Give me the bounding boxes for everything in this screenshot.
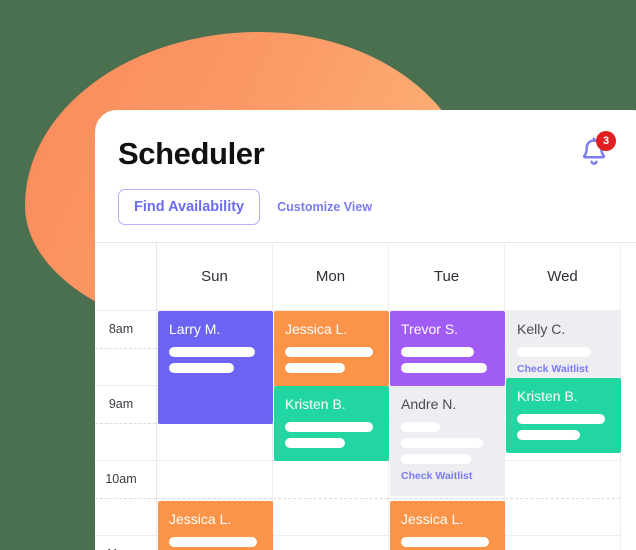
event-detail-placeholder-bar <box>401 438 483 449</box>
event-attendee-name: Kristen B. <box>285 396 346 412</box>
event-detail-placeholder-bar <box>401 454 471 465</box>
event-detail-placeholder-bar <box>517 430 581 441</box>
event-detail-placeholder-bar <box>517 347 592 358</box>
event-detail-placeholder-bar <box>285 422 374 433</box>
time-slot-label: 8am <box>95 311 157 386</box>
event-attendee-name: Kristen B. <box>517 388 578 404</box>
time-slot-label: 10am <box>95 461 157 536</box>
time-label: 8am <box>108 322 134 336</box>
event-detail-placeholder-bar <box>285 347 374 358</box>
event-detail-placeholder-bar <box>401 422 441 433</box>
event-detail-placeholder-bar <box>401 347 474 358</box>
scheduler-card: Scheduler 3 Find Availability Customize … <box>95 110 636 550</box>
event-card[interactable]: Jessica L. <box>390 501 505 550</box>
event-detail-placeholder-bar <box>169 363 235 374</box>
event-card[interactable]: Larry M. <box>158 311 273 424</box>
event-card[interactable]: Andre N. Check Waitlist <box>390 386 505 496</box>
calendar-slot[interactable] <box>505 461 621 536</box>
notifications-button[interactable]: 3 <box>577 131 616 170</box>
action-row: Find Availability Customize View <box>118 189 636 225</box>
event-card[interactable]: Kristen B. <box>274 386 389 461</box>
calendar-grid: SunMonTueWed 8am 9am 10am 11am Larry M. Jessi… <box>95 242 636 550</box>
day-header-sun: Sun <box>157 243 273 311</box>
card-header: Scheduler 3 <box>95 110 636 169</box>
event-detail-placeholder-bar <box>169 347 255 358</box>
check-waitlist-link[interactable]: Check Waitlist <box>517 363 610 375</box>
calendar-slot[interactable] <box>273 536 389 550</box>
event-detail-placeholder-bar <box>401 537 490 548</box>
event-detail-placeholder-bar <box>285 438 346 449</box>
calendar-slot[interactable] <box>505 536 621 550</box>
event-attendee-name: Trevor S. <box>401 321 459 337</box>
event-detail-placeholder-bar <box>401 363 487 374</box>
time-label: 10am <box>105 472 137 486</box>
day-header-wed: Wed <box>505 243 621 311</box>
event-card[interactable]: Kelly C. Check Waitlist <box>506 311 621 378</box>
event-attendee-name: Jessica L. <box>169 511 232 527</box>
check-waitlist-link[interactable]: Check Waitlist <box>401 470 494 482</box>
calendar-slot[interactable] <box>273 461 389 536</box>
time-slot-label: 11am <box>95 536 157 550</box>
event-card[interactable]: Jessica L. <box>158 501 273 550</box>
event-attendee-name: Jessica L. <box>401 511 464 527</box>
find-availability-button[interactable]: Find Availability <box>118 189 261 225</box>
page-title: Scheduler <box>118 136 265 171</box>
time-label: 9am <box>108 397 134 411</box>
time-slot-label: 9am <box>95 386 157 461</box>
day-header-mon: Mon <box>273 243 389 311</box>
event-card[interactable]: Kristen B. <box>506 378 621 453</box>
event-detail-placeholder-bar <box>169 537 258 548</box>
calendar-corner-cell <box>95 243 157 311</box>
event-detail-placeholder-bar <box>285 363 346 374</box>
notification-badge: 3 <box>596 131 616 151</box>
event-attendee-name: Andre N. <box>401 396 457 412</box>
event-detail-placeholder-bar <box>517 414 606 425</box>
event-card[interactable]: Trevor S. <box>390 311 505 386</box>
event-attendee-name: Jessica L. <box>285 321 348 337</box>
day-header-tue: Tue <box>389 243 505 311</box>
event-attendee-name: Larry M. <box>169 321 221 337</box>
customize-view-link[interactable]: Customize View <box>277 200 372 214</box>
event-attendee-name: Kelly C. <box>517 321 566 337</box>
event-card[interactable]: Jessica L. <box>274 311 389 386</box>
